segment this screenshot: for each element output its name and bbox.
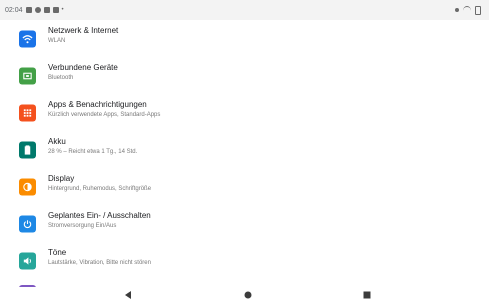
- image-notification-icon: [43, 7, 50, 13]
- bluetooth-icon: [455, 8, 459, 12]
- settings-item-subtitle: Kürzlich verwendete Apps, Standard-Apps: [48, 112, 161, 118]
- status-right: [455, 0, 481, 20]
- wifi-status-icon: [463, 5, 471, 15]
- settings-item-sound[interactable]: Töne Lautstärke, Vibration, Bitte nicht …: [0, 242, 489, 279]
- wifi-icon: [19, 30, 36, 47]
- settings-item-title: Verbundene Geräte: [48, 63, 118, 72]
- settings-item-network[interactable]: Netzwerk & Internet WLAN: [0, 20, 489, 57]
- display-icon: [19, 178, 36, 195]
- recents-icon[interactable]: [363, 291, 371, 298]
- power-icon: [19, 215, 36, 232]
- battery-icon: [19, 141, 36, 158]
- back-icon[interactable]: [125, 290, 131, 299]
- settings-item-title: Töne: [48, 248, 67, 257]
- settings-item-title: Netzwerk & Internet: [48, 26, 119, 35]
- settings-item-title: Apps & Benachrichtigungen: [48, 100, 147, 109]
- settings-item-subtitle: Bluetooth: [48, 75, 74, 81]
- notification-icon: [25, 7, 32, 13]
- settings-notification-icon: [34, 7, 41, 13]
- settings-item-subtitle: WLAN: [48, 38, 66, 44]
- apps-icon: [19, 104, 36, 121]
- more-notifications-icon: •: [61, 7, 64, 13]
- settings-item-scheduled-power[interactable]: Geplantes Ein- / Ausschalten Stromversor…: [0, 205, 489, 242]
- settings-item-title: Display: [48, 174, 75, 183]
- settings-item-connected-devices[interactable]: Verbundene Geräte Bluetooth: [0, 57, 489, 94]
- navigation-bar: [0, 287, 489, 302]
- status-left: 02:04 •: [5, 7, 64, 14]
- settings-item-partial[interactable]: [0, 279, 489, 287]
- settings-item-title: Akku: [48, 137, 66, 146]
- devices-icon: [19, 67, 36, 84]
- status-bar: 02:04 •: [0, 0, 489, 20]
- status-time: 02:04: [5, 6, 23, 14]
- settings-item-subtitle: Lautstärke, Vibration, Bitte nicht störe…: [48, 260, 151, 266]
- settings-item-battery[interactable]: Akku 28 % – Reicht etwa 1 Tg., 14 Std.: [0, 131, 489, 168]
- sound-icon: [19, 252, 36, 269]
- gallery-notification-icon: [52, 7, 59, 13]
- home-icon[interactable]: [244, 291, 252, 298]
- battery-status-icon: [475, 5, 481, 15]
- settings-item-apps[interactable]: Apps & Benachrichtigungen Kürzlich verwe…: [0, 94, 489, 131]
- settings-item-subtitle: 28 % – Reicht etwa 1 Tg., 14 Std.: [48, 149, 138, 155]
- settings-item-subtitle: Hintergrund, Ruhemodus, Schriftgröße: [48, 186, 152, 192]
- settings-item-display[interactable]: Display Hintergrund, Ruhemodus, Schriftg…: [0, 168, 489, 205]
- settings-item-title: Geplantes Ein- / Ausschalten: [48, 211, 151, 220]
- settings-item-subtitle: Stromversorgung Ein/Aus: [48, 223, 117, 229]
